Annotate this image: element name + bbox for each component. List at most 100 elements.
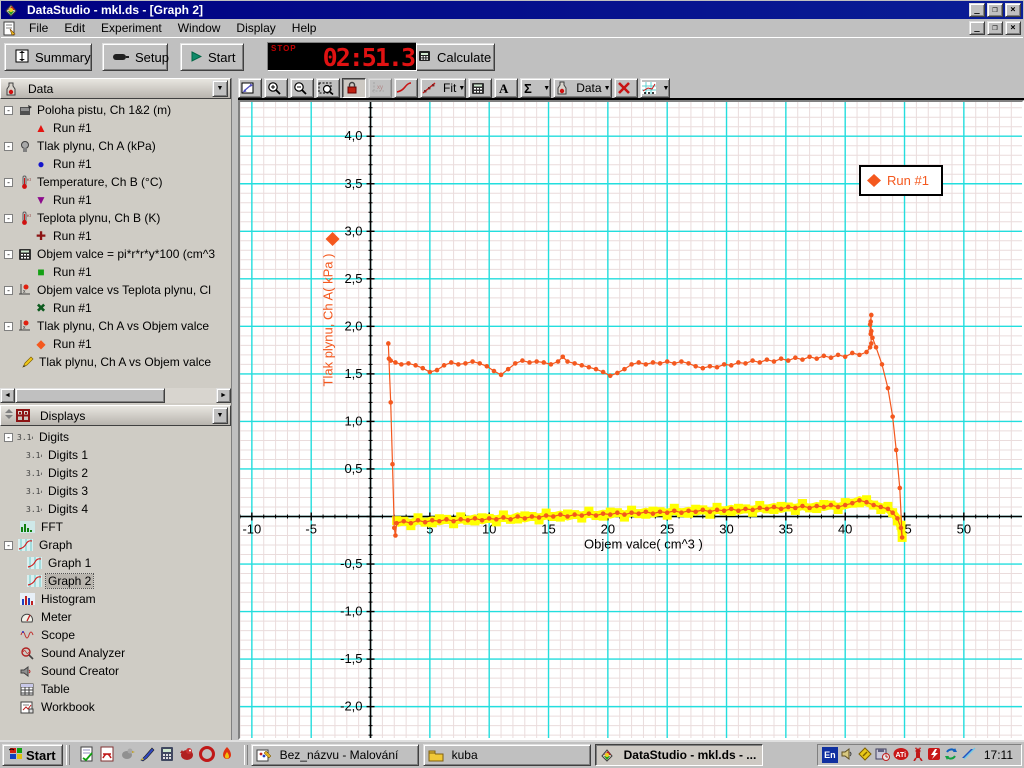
- displays-panel-header[interactable]: Displays ▼: [0, 405, 231, 426]
- backup-clock-icon[interactable]: [875, 747, 890, 764]
- start-menu-button[interactable]: Start: [2, 744, 63, 766]
- collapse-icon[interactable]: -: [4, 433, 13, 442]
- connect-icon[interactable]: [961, 747, 977, 764]
- collapse-icon[interactable]: -: [4, 541, 13, 550]
- pocket-calc-icon[interactable]: [159, 746, 175, 765]
- language-indicator[interactable]: En: [822, 747, 838, 763]
- menu-window[interactable]: Window: [170, 19, 229, 37]
- zoom-in-button[interactable]: [264, 78, 288, 98]
- data-run-item[interactable]: ■Run #1: [0, 263, 231, 281]
- minimize-button[interactable]: _: [969, 3, 985, 17]
- calculate-button[interactable]: Calculate: [407, 43, 495, 71]
- scroll-left-icon[interactable]: ◄: [0, 388, 15, 403]
- mdi-restore-button[interactable]: ❐: [987, 21, 1003, 35]
- display-item[interactable]: 3.14Digits 1: [0, 446, 231, 464]
- display-item[interactable]: 3.14Digits 2: [0, 464, 231, 482]
- data-item[interactable]: -xObjem valce vs Teplota plynu, Cl: [0, 281, 231, 299]
- display-item[interactable]: -Graph: [0, 536, 231, 554]
- display-item[interactable]: -3.14Digits: [0, 428, 231, 446]
- ati-icon[interactable]: ATi: [893, 747, 909, 764]
- calculator-button[interactable]: [468, 78, 492, 98]
- collapse-icon[interactable]: -: [4, 178, 13, 187]
- display-item[interactable]: Scope: [0, 626, 231, 644]
- data-run-item[interactable]: ●Run #1: [0, 155, 231, 173]
- sigma-button[interactable]: Σ▼: [520, 78, 551, 98]
- data-item[interactable]: -KTDTeplota plynu, Ch B (K): [0, 209, 231, 227]
- display-item[interactable]: Workbook: [0, 698, 231, 716]
- volume-icon[interactable]: [841, 747, 855, 764]
- task-0[interactable]: Bez_názvu - Malování: [251, 744, 419, 766]
- data-item[interactable]: -Objem valce = pi*r*r*y*100 (cm^3: [0, 245, 231, 263]
- collapse-icon[interactable]: -: [4, 106, 13, 115]
- scroll-thumb[interactable]: [15, 388, 165, 403]
- text-button[interactable]: A: [494, 78, 518, 98]
- mdi-close-button[interactable]: ×: [1005, 21, 1021, 35]
- dragon-icon[interactable]: [179, 746, 195, 765]
- bird-icon[interactable]: [119, 746, 135, 765]
- legend[interactable]: Run #1: [860, 166, 942, 195]
- smart-cursor-button[interactable]: [394, 78, 418, 98]
- display-item[interactable]: Graph 1: [0, 554, 231, 572]
- delete-button[interactable]: [614, 78, 638, 98]
- data-item[interactable]: -Tlak plynu, Ch A (kPa): [0, 137, 231, 155]
- scheduler-icon[interactable]: [858, 747, 872, 764]
- scroll-right-icon[interactable]: ►: [216, 388, 231, 403]
- data-panel-header[interactable]: Data ▼: [0, 78, 231, 99]
- display-item[interactable]: Sound Analyzer: [0, 644, 231, 662]
- scale-to-fit-button[interactable]: [238, 78, 262, 98]
- mdi-minimize-button[interactable]: _: [969, 21, 985, 35]
- flame-icon[interactable]: [219, 746, 235, 765]
- data-item[interactable]: Tlak plynu, Ch A vs Objem valce: [0, 353, 231, 371]
- opera-icon[interactable]: [199, 746, 215, 765]
- start-button[interactable]: Start: [180, 43, 244, 71]
- data-run-item[interactable]: ✚Run #1: [0, 227, 231, 245]
- collapse-icon[interactable]: -: [4, 250, 13, 259]
- data-bottle-button[interactable]: Data▼: [553, 78, 611, 98]
- collapse-icon[interactable]: -: [4, 214, 13, 223]
- display-item[interactable]: Table: [0, 680, 231, 698]
- display-item[interactable]: 3.14Digits 4: [0, 500, 231, 518]
- menu-file[interactable]: File: [21, 19, 56, 37]
- wordpad-icon[interactable]: [79, 746, 95, 765]
- clock[interactable]: 17:11: [984, 748, 1013, 762]
- close-button[interactable]: ×: [1005, 3, 1021, 17]
- data-hscrollbar[interactable]: ◄ ►: [0, 388, 231, 403]
- display-item[interactable]: Histogram: [0, 590, 231, 608]
- data-item[interactable]: -xTlak plynu, Ch A vs Objem valce: [0, 317, 231, 335]
- display-item[interactable]: 3.14Digits 3: [0, 482, 231, 500]
- graph-display[interactable]: -10-55101520253035404550-2,0-1,5-1,0-0,5…: [238, 100, 1024, 740]
- chart-canvas[interactable]: -10-55101520253035404550-2,0-1,5-1,0-0,5…: [240, 102, 1022, 738]
- data-run-item[interactable]: ◆Run #1: [0, 335, 231, 353]
- splitter-arrows-icon[interactable]: [3, 407, 15, 424]
- zoom-out-button[interactable]: [290, 78, 314, 98]
- collapse-icon[interactable]: -: [4, 286, 13, 295]
- lock-button[interactable]: [342, 78, 366, 98]
- task-1[interactable]: kuba: [423, 744, 591, 766]
- display-item[interactable]: Sound Creator: [0, 662, 231, 680]
- display-item[interactable]: Meter: [0, 608, 231, 626]
- zoom-select-button[interactable]: [316, 78, 340, 98]
- fit-line-button[interactable]: Fit▼: [420, 78, 466, 98]
- task-2[interactable]: DataStudio - mkl.ds - ...: [595, 744, 763, 766]
- data-dropdown-arrow[interactable]: ▼: [212, 80, 228, 97]
- display-item[interactable]: FFT: [0, 518, 231, 536]
- smart-xy-button[interactable]: xy: [368, 78, 392, 98]
- menu-display[interactable]: Display: [228, 19, 283, 37]
- acrobat-icon[interactable]: [99, 746, 115, 765]
- power-icon[interactable]: [927, 747, 941, 764]
- menu-edit[interactable]: Edit: [56, 19, 93, 37]
- paintbrush-icon[interactable]: [139, 746, 155, 765]
- collapse-icon[interactable]: -: [4, 322, 13, 331]
- menu-experiment[interactable]: Experiment: [93, 19, 170, 37]
- restore-button[interactable]: ❐: [987, 3, 1003, 17]
- menu-help[interactable]: Help: [284, 19, 325, 37]
- collapse-icon[interactable]: -: [4, 142, 13, 151]
- data-item[interactable]: -Poloha pistu, Ch 1&2 (m): [0, 101, 231, 119]
- data-run-item[interactable]: ▼Run #1: [0, 191, 231, 209]
- data-item[interactable]: -KTDTemperature, Ch B (°C): [0, 173, 231, 191]
- display-item[interactable]: Graph 2: [0, 572, 231, 590]
- setup-button[interactable]: Setup: [102, 43, 168, 71]
- summary-button[interactable]: Summary: [4, 43, 92, 71]
- graph-settings-button[interactable]: ▼: [640, 78, 671, 98]
- displays-dropdown-arrow[interactable]: ▼: [212, 407, 228, 424]
